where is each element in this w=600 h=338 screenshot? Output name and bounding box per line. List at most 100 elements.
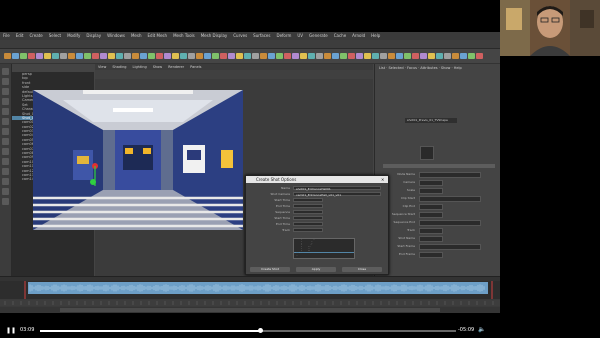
shelf-tool-icon[interactable] xyxy=(236,53,243,59)
tool-icon[interactable] xyxy=(2,148,9,155)
shelf-tool-icon[interactable] xyxy=(52,53,59,59)
menu-item[interactable]: Edit xyxy=(16,33,24,38)
shelf-tool-icon[interactable] xyxy=(372,53,379,59)
shelf-tool-icon[interactable] xyxy=(340,53,347,59)
menu-item[interactable]: Create xyxy=(29,33,42,38)
attr-field[interactable] xyxy=(419,236,443,242)
shelf-tool-icon[interactable] xyxy=(140,53,147,59)
menu-item[interactable]: Help xyxy=(371,33,380,38)
menu-item[interactable]: Windows xyxy=(107,33,125,38)
dialog-field[interactable] xyxy=(293,198,323,202)
attr-field[interactable] xyxy=(419,228,443,234)
dialog-field[interactable] xyxy=(293,204,323,208)
shelf-tool-icon[interactable] xyxy=(292,53,299,59)
dialog-field[interactable] xyxy=(293,222,323,226)
attr-section-header[interactable] xyxy=(383,164,495,168)
shelf-tool-icon[interactable] xyxy=(4,53,11,59)
shelf-tool-icon[interactable] xyxy=(188,53,195,59)
attr-field[interactable] xyxy=(419,212,443,218)
shelf-tool-icon[interactable] xyxy=(380,53,387,59)
shelf-tool-icon[interactable] xyxy=(148,53,155,59)
shelf-tool-icon[interactable] xyxy=(172,53,179,59)
shelf-tool-icon[interactable] xyxy=(108,53,115,59)
shelf-tool-icon[interactable] xyxy=(300,53,307,59)
viewport-menu-item[interactable]: View xyxy=(98,65,106,69)
shelf-tool-icon[interactable] xyxy=(180,53,187,59)
menu-item[interactable]: Deform xyxy=(276,33,291,38)
shelf-tool-icon[interactable] xyxy=(396,53,403,59)
shelf-tool-icon[interactable] xyxy=(124,53,131,59)
seek-handle[interactable] xyxy=(257,328,263,333)
volume-icon[interactable]: 🔈 xyxy=(478,326,485,333)
shelf-tool-icon[interactable] xyxy=(228,53,235,59)
tool-icon[interactable] xyxy=(2,88,9,95)
attr-field[interactable] xyxy=(419,188,443,194)
shelf-tool-icon[interactable] xyxy=(204,53,211,59)
seek-bar[interactable] xyxy=(40,330,456,332)
apply-button[interactable]: Apply xyxy=(296,267,336,272)
menu-item[interactable]: Modify xyxy=(67,33,80,38)
shelf-tool-icon[interactable] xyxy=(364,53,371,59)
tool-icon[interactable] xyxy=(2,188,9,195)
tool-icon[interactable] xyxy=(2,198,9,205)
shelf-tool-icon[interactable] xyxy=(196,53,203,59)
menu-item[interactable]: Surfaces xyxy=(253,33,270,38)
shelf-tool-icon[interactable] xyxy=(268,53,275,59)
camera-sequencer[interactable] xyxy=(0,277,500,313)
dialog-field[interactable]: shot01_EntranceHall01 xyxy=(293,186,381,191)
close-button[interactable]: Close xyxy=(342,267,382,272)
attr-node-name[interactable]: shot01_Previs_01_TVShape xyxy=(405,118,457,123)
menu-item[interactable]: Select xyxy=(49,33,61,38)
tool-icon[interactable] xyxy=(2,108,9,115)
tool-icon[interactable] xyxy=(2,98,9,105)
shelf-tool-icon[interactable] xyxy=(308,53,315,59)
shelf-tool-icon[interactable] xyxy=(444,53,451,59)
attr-field[interactable] xyxy=(419,196,481,202)
shelf-tool-icon[interactable] xyxy=(68,53,75,59)
shelf-tool-icon[interactable] xyxy=(164,53,171,59)
camera-dropdown-list[interactable]: cam01_EntranceHall_v01 cam02_WalkDown_v01… xyxy=(293,238,355,259)
shelf-tool-icon[interactable] xyxy=(212,53,219,59)
shelf-tool-icon[interactable] xyxy=(252,53,259,59)
close-icon[interactable]: ✕ xyxy=(381,177,386,182)
viewport-scene[interactable] xyxy=(33,90,243,230)
shelf-tool-icon[interactable] xyxy=(356,53,363,59)
create-shot-button[interactable]: Create Shot xyxy=(250,267,290,272)
menu-item[interactable]: Edit Mesh xyxy=(148,33,168,38)
viewport-menu-item[interactable]: Renderer xyxy=(168,65,184,69)
attr-field[interactable] xyxy=(419,180,443,186)
tool-icon[interactable] xyxy=(2,78,9,85)
menu-item[interactable]: Mesh Tools xyxy=(173,33,195,38)
shelf-tool-icon[interactable] xyxy=(348,53,355,59)
viewport-menu-item[interactable]: Lighting xyxy=(133,65,147,69)
shelf-tool-icon[interactable] xyxy=(100,53,107,59)
shelf-tool-icon[interactable] xyxy=(156,53,163,59)
viewport-menu-item[interactable]: Panels xyxy=(190,65,201,69)
tool-icon[interactable] xyxy=(2,178,9,185)
shelf-tool-icon[interactable] xyxy=(84,53,91,59)
shelf-tool-icon[interactable] xyxy=(316,53,323,59)
shelf-tool-icon[interactable] xyxy=(476,53,483,59)
attr-field[interactable] xyxy=(419,220,481,226)
shelf-tool-icon[interactable] xyxy=(452,53,459,59)
shelf-tool-icon[interactable] xyxy=(428,53,435,59)
shelf-tool-icon[interactable] xyxy=(324,53,331,59)
attr-field[interactable] xyxy=(419,204,443,210)
shelf-tool-icon[interactable] xyxy=(404,53,411,59)
shelf-tool-icon[interactable] xyxy=(60,53,67,59)
shelf-tool-icon[interactable] xyxy=(36,53,43,59)
menu-item[interactable]: Arnold xyxy=(352,33,365,38)
shelf-tool-icon[interactable] xyxy=(220,53,227,59)
shelf-tool-icon[interactable] xyxy=(412,53,419,59)
dialog-field[interactable]: cam01_EntranceHall_v01_v01 xyxy=(293,192,381,197)
tool-icon[interactable] xyxy=(2,138,9,145)
shelf-tool-icon[interactable] xyxy=(244,53,251,59)
menu-item[interactable]: Display xyxy=(86,33,101,38)
pause-icon[interactable]: ❚❚ xyxy=(6,327,16,334)
menu-item[interactable]: Mesh xyxy=(131,33,142,38)
tool-icon[interactable] xyxy=(2,128,9,135)
attr-field[interactable] xyxy=(419,244,481,250)
tool-icon[interactable] xyxy=(2,158,9,165)
menu-item[interactable]: File xyxy=(3,33,10,38)
viewport-menu-item[interactable]: Show xyxy=(153,65,162,69)
